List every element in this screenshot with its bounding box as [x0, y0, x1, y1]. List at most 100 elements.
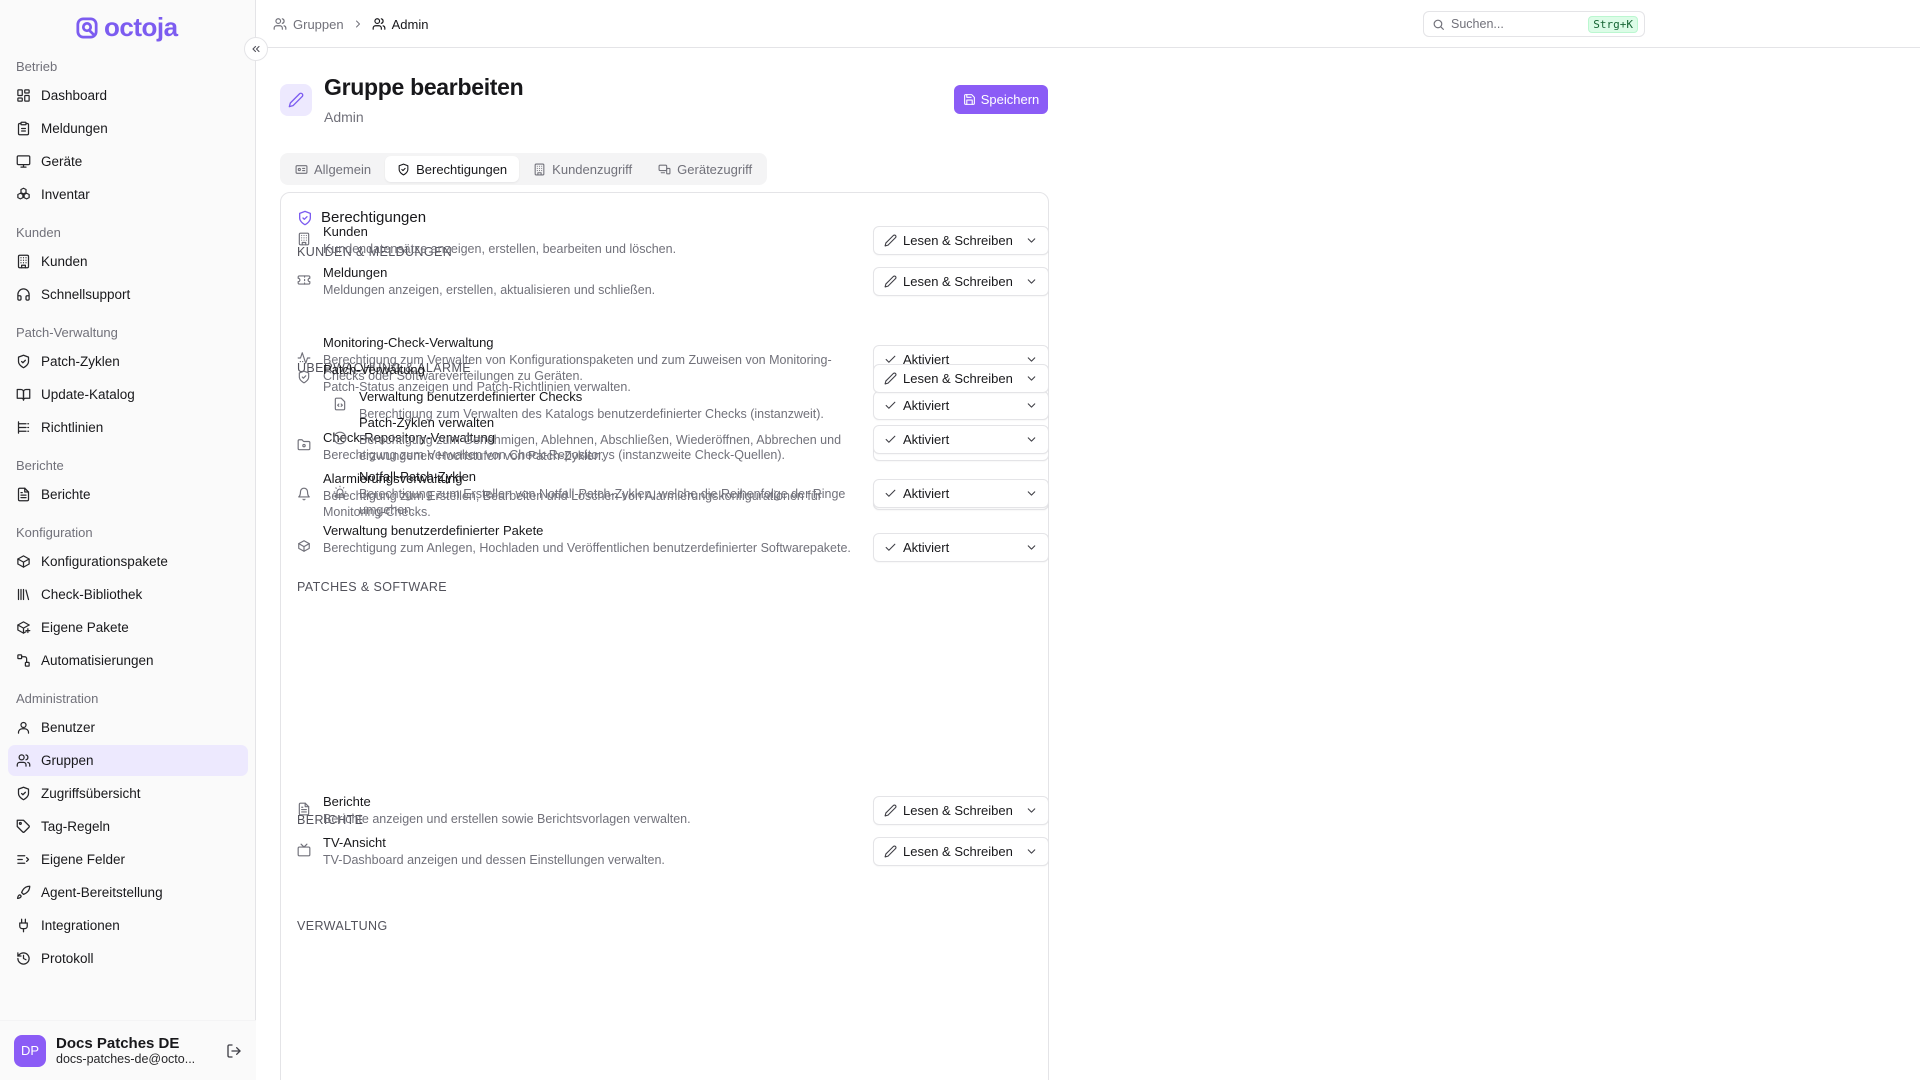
save-button[interactable]: Speichern — [954, 85, 1048, 114]
breadcrumb: Gruppen Admin — [273, 0, 428, 48]
sidebar-item-kunden[interactable]: Kunden — [8, 246, 248, 277]
breadcrumb-label: Gruppen — [293, 16, 344, 32]
avatar[interactable]: DP — [14, 1034, 46, 1067]
permission-name: Patch-Verwaltung — [323, 362, 425, 377]
app-logo[interactable]: octoja — [76, 12, 178, 43]
check-icon — [884, 487, 897, 500]
pencil-icon — [884, 372, 897, 385]
tab-label: Allgemein — [314, 161, 372, 177]
sidebar-item-inventar[interactable]: Inventar — [8, 179, 248, 210]
sidebar-item-tag-regeln[interactable]: Tag-Regeln — [8, 811, 248, 842]
permission-description: Meldungen anzeigen, erstellen, aktualisi… — [323, 283, 656, 297]
sidebar-item-update-katalog[interactable]: Update-Katalog — [8, 379, 248, 410]
search-input[interactable]: Suchen... Strg+K — [1423, 11, 1645, 37]
permission-text: Notfall-Patch-Zyklen Berechtigung zum Ers… — [359, 468, 869, 518]
sidebar-item-berichte[interactable]: Berichte — [8, 479, 248, 510]
users-icon — [273, 17, 287, 31]
sidebar-item-eigene-pakete[interactable]: Eigene Pakete — [8, 612, 248, 643]
id-card-icon — [295, 163, 308, 176]
check-icon — [884, 541, 897, 554]
list-icon — [16, 420, 31, 435]
sidebar-item-zugriffsuebersicht[interactable]: Zugriffsübersicht — [8, 778, 248, 809]
pencil-icon — [884, 275, 897, 288]
nav-section-title: Patch-Verwaltung — [16, 325, 118, 340]
package-plus-icon — [16, 620, 31, 635]
sidebar-item-konfigurationspakete[interactable]: Konfigurationspakete — [8, 546, 248, 577]
save-icon — [963, 93, 976, 106]
sidebar-item-label: Eigene Felder — [41, 852, 126, 867]
sidebar-item-eigene-felder[interactable]: Eigene Felder — [8, 844, 248, 875]
permission-level-select[interactable]: Lesen & Schreiben — [873, 837, 1049, 866]
chevron-right-icon — [352, 18, 364, 30]
sidebar-item-schnellsupport[interactable]: Schnellsupport — [8, 279, 248, 310]
permission-level-select[interactable]: Lesen & Schreiben — [873, 267, 1049, 296]
permission-text: Meldungen Meldungen anzeigen, erstellen, … — [323, 264, 863, 298]
permission-level-select[interactable]: Aktiviert — [873, 425, 1049, 454]
sidebar-item-benutzer[interactable]: Benutzer — [8, 712, 248, 743]
permission-level-select[interactable]: Lesen & Schreiben — [873, 364, 1049, 393]
sidebar-item-richtlinien[interactable]: Richtlinien — [8, 412, 248, 443]
permission-level-select[interactable]: Aktiviert — [873, 533, 1049, 562]
rocket-icon — [16, 885, 31, 900]
permission-level-select[interactable]: Aktiviert — [873, 479, 1049, 508]
permission-text: Kunden Kundendatensätze anzeigen, erstell… — [323, 223, 863, 257]
sidebar-item-geraete[interactable]: Geräte — [8, 146, 248, 177]
logout-icon[interactable] — [226, 1043, 242, 1059]
tab-geraetezugriff[interactable]: Gerätezugriff — [646, 156, 764, 182]
shield-icon — [16, 786, 31, 801]
sidebar-nav: Betrieb Dashboard Meldungen Geräte Inventar K… — [8, 54, 248, 976]
chevrons-left-icon — [250, 43, 262, 55]
tab-label: Berechtigungen — [416, 161, 508, 177]
sidebar-item-label: Eigene Pakete — [41, 620, 129, 635]
report-icon — [297, 802, 313, 818]
sidebar-item-protokoll[interactable]: Protokoll — [8, 943, 248, 974]
pencil-icon — [884, 845, 897, 858]
permissions-card: Berechtigungen KUNDEN & MELDUNGEN Kunden K… — [280, 192, 1049, 1080]
shield-icon — [16, 354, 31, 369]
sidebar-item-patch-zyklen[interactable]: Patch-Zyklen — [8, 346, 248, 377]
permission-row-patch-zyklen-verwalten: Patch-Zyklen verwalten Berechtigung zum G… — [297, 414, 1049, 464]
sidebar-item-label: Tag-Regeln — [41, 819, 111, 834]
permission-row-notfall-patch-zyklen: Notfall-Patch-Zyklen Berechtigung zum Ers… — [297, 468, 1049, 518]
permission-row-verwaltung-benutzerdefinierter-pakete: Verwaltung benutzerdefinierter Pakete Ber… — [297, 522, 1049, 572]
sidebar-item-label: Integrationen — [41, 918, 120, 933]
history-icon — [16, 951, 31, 966]
chevron-down-icon — [1025, 804, 1038, 817]
users-icon — [16, 753, 31, 768]
nav-section-title: Berichte — [16, 458, 64, 473]
permission-level-select[interactable]: Lesen & Schreiben — [873, 796, 1049, 825]
shield-icon — [297, 370, 313, 386]
select-value: Aktiviert — [903, 540, 950, 555]
sidebar-item-dashboard[interactable]: Dashboard — [8, 80, 248, 111]
collapse-sidebar-button[interactable] — [244, 37, 268, 61]
breadcrumb-label: Admin — [391, 16, 429, 32]
sidebar-item-meldungen[interactable]: Meldungen — [8, 113, 248, 144]
permission-row-patch-verwaltung: Patch-Verwaltung Patch-Status anzeigen un… — [297, 361, 1049, 395]
tab-kundenzugriff[interactable]: Kundenzugriff — [521, 156, 644, 182]
sidebar-item-check-bibliothek[interactable]: Check-Bibliothek — [8, 579, 248, 610]
permission-name: TV-Ansicht — [323, 835, 386, 850]
pencil-icon — [288, 92, 304, 108]
section-title-verwaltung: VERWALTUNG — [297, 919, 388, 933]
tab-allgemein[interactable]: Allgemein — [283, 156, 383, 182]
logo-text: octoja — [104, 12, 178, 42]
report-icon — [16, 487, 31, 502]
sidebar-item-gruppen[interactable]: Gruppen — [8, 745, 248, 776]
breadcrumb-item-gruppen[interactable]: Gruppen — [273, 17, 344, 32]
permission-level-select[interactable]: Lesen & Schreiben — [873, 226, 1049, 255]
sidebar-item-integrationen[interactable]: Integrationen — [8, 910, 248, 941]
chevron-down-icon — [1025, 234, 1038, 247]
tab-berechtigungen[interactable]: Berechtigungen — [385, 156, 520, 182]
plug-icon — [16, 918, 31, 933]
permission-description: TV-Dashboard anzeigen und dessen Einstel… — [323, 853, 665, 867]
ticket-icon — [297, 273, 313, 289]
sidebar-item-agent-bereitstellung[interactable]: Agent-Bereitstellung — [8, 877, 248, 908]
sidebar-item-label: Update-Katalog — [41, 387, 135, 402]
user-name: Docs Patches DE — [56, 1035, 180, 1052]
chevron-down-icon — [1025, 399, 1038, 412]
chevron-down-icon — [1025, 487, 1038, 500]
user-email: docs-patches-de@octo... — [56, 1052, 196, 1066]
sidebar-item-label: Agent-Bereitstellung — [41, 885, 163, 900]
sidebar-item-automatisierungen[interactable]: Automatisierungen — [8, 645, 248, 676]
user-box: DP Docs Patches DE docs-patches-de@octo.… — [0, 1020, 256, 1080]
